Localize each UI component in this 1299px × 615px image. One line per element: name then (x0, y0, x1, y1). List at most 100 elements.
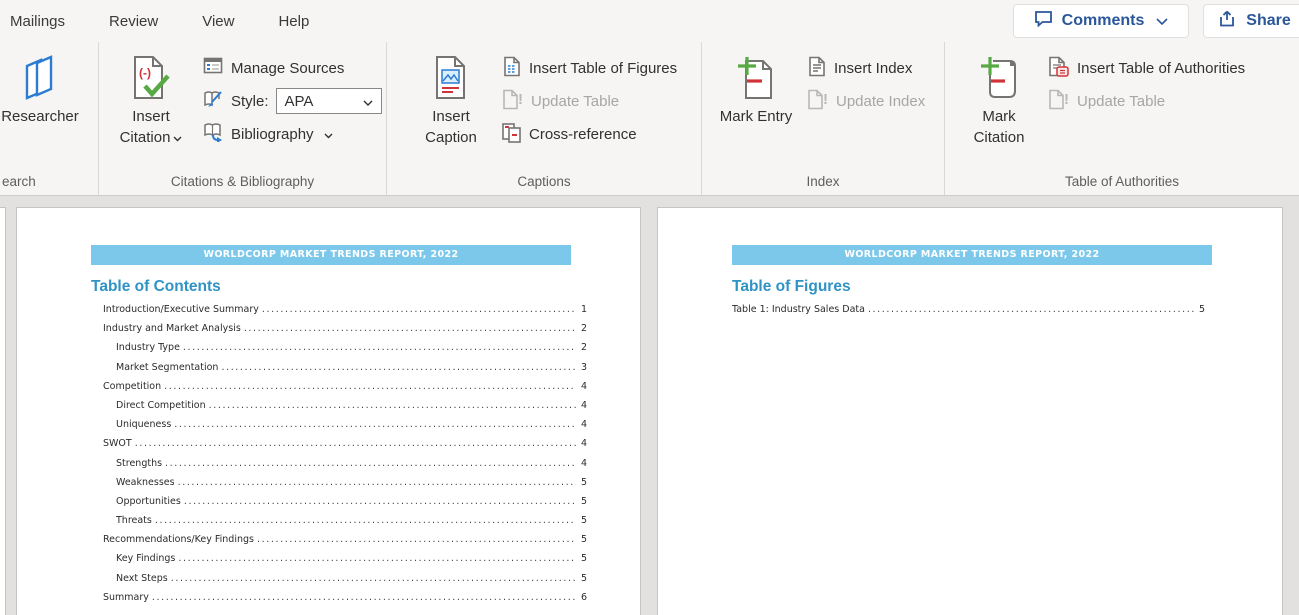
manage-sources-label: Manage Sources (231, 60, 344, 77)
toc-entry-title: Summary (103, 592, 149, 603)
cross-reference-button[interactable]: Cross-reference (501, 121, 677, 147)
page-edge-sliver (0, 207, 6, 615)
group-label-index: Index (702, 174, 944, 189)
toc-entry-title: Key Findings (116, 553, 175, 564)
insert-caption-button[interactable]: Insert Caption (413, 50, 489, 162)
mark-entry-label: Mark Entry (718, 106, 794, 127)
toc-entry[interactable]: Industry and Market Analysis............… (103, 323, 587, 342)
chevron-down-icon[interactable] (1156, 12, 1168, 30)
toc-entry[interactable]: Introduction/Executive Summary..........… (103, 304, 587, 323)
toc-entry-page: 5 (579, 534, 587, 545)
tab-help[interactable]: Help (278, 13, 309, 30)
dot-leader: ........................................… (868, 304, 1194, 315)
share-label: Share (1246, 12, 1290, 30)
toc-entry[interactable]: Opportunities...........................… (103, 496, 587, 515)
dot-leader: ........................................… (171, 573, 576, 584)
dot-leader: ........................................… (244, 323, 576, 334)
insert-caption-icon (433, 50, 469, 106)
toc-entry[interactable]: Market Segmentation.....................… (103, 362, 587, 381)
chevron-down-icon (363, 93, 373, 110)
researcher-button[interactable]: Researcher (0, 50, 86, 162)
report-header-banner[interactable]: WORLDCORP MARKET TRENDS REPORT, 2022 (91, 245, 571, 265)
cross-reference-label: Cross-reference (529, 126, 637, 143)
toc-entry-page: 5 (579, 477, 587, 488)
ribbon-group-research: Researcher earch (0, 42, 99, 195)
toc-entry-title: Market Segmentation (116, 362, 218, 373)
svg-text:!: ! (823, 91, 828, 108)
window-actions: Comments Share (1013, 4, 1299, 38)
toc-entry-page: 2 (579, 323, 587, 334)
toc-entry-title: Uniqueness (116, 419, 171, 430)
toc-entry[interactable]: Weaknesses..............................… (103, 477, 587, 496)
update-table-icon: ! (1047, 89, 1070, 114)
update-index-icon: ! (806, 89, 829, 114)
group-label-toa: Table of Authorities (945, 174, 1299, 189)
toc-entry[interactable]: Table 1: Industry Sales Data............… (732, 304, 1205, 323)
toc-entry[interactable]: SWOT....................................… (103, 438, 587, 457)
insert-table-of-figures-button[interactable]: Insert Table of Figures (501, 55, 677, 81)
toc-entry[interactable]: Industry Type...........................… (103, 342, 587, 361)
manage-sources-button[interactable]: Manage Sources (203, 55, 382, 81)
insert-table-of-figures-icon (501, 56, 522, 81)
document-canvas[interactable]: WORLDCORP MARKET TRENDS REPORT, 2022 Tab… (0, 196, 1299, 615)
group-label-captions: Captions (387, 174, 701, 189)
dot-leader: ........................................… (257, 534, 576, 545)
ribbon: Researcher earch (-) Insert Citation M (0, 42, 1299, 196)
toc-entries: Introduction/Executive Summary..........… (103, 304, 587, 611)
toc-entry[interactable]: Direct Competition......................… (103, 400, 587, 419)
insert-table-of-authorities-button[interactable]: Insert Table of Authorities (1047, 55, 1245, 81)
toc-entry-title: Recommendations/Key Findings (103, 534, 254, 545)
tab-mailings[interactable]: Mailings (10, 13, 65, 30)
tab-review[interactable]: Review (109, 13, 158, 30)
update-table-button: ! Update Table (501, 88, 677, 114)
toc-entry-title: Industry and Market Analysis (103, 323, 241, 334)
svg-text:!: ! (518, 91, 523, 108)
toc-title[interactable]: Table of Contents (91, 278, 221, 296)
share-icon (1219, 10, 1237, 32)
update-table-label: Update Table (531, 93, 619, 110)
insert-citation-button[interactable]: (-) Insert Citation (113, 50, 189, 162)
toc-entry-title: Threats (116, 515, 152, 526)
cross-reference-icon (501, 122, 522, 147)
ribbon-group-toa: Mark Citation Insert Table of Authoritie… (945, 42, 1299, 195)
toc-entry[interactable]: Summary.................................… (103, 592, 587, 611)
dot-leader: ........................................… (165, 458, 576, 469)
toc-entry-title: Weaknesses (116, 477, 175, 488)
toc-entry-page: 2 (579, 342, 587, 353)
toc-entry[interactable]: Next Steps..............................… (103, 573, 587, 592)
toc-entry-page: 5 (579, 573, 587, 584)
page-tof[interactable]: WORLDCORP MARKET TRENDS REPORT, 2022 Tab… (657, 207, 1283, 615)
toc-entry-page: 4 (579, 419, 587, 430)
comment-icon (1034, 10, 1053, 32)
dot-leader: ........................................… (155, 515, 576, 526)
report-header-banner[interactable]: WORLDCORP MARKET TRENDS REPORT, 2022 (732, 245, 1212, 265)
mark-citation-button[interactable]: Mark Citation (961, 50, 1037, 162)
style-select[interactable]: APA (276, 88, 382, 114)
toc-entry-page: 1 (579, 304, 587, 315)
bibliography-button[interactable]: Bibliography (203, 121, 382, 147)
toc-entry[interactable]: Strengths...............................… (103, 458, 587, 477)
toc-entry[interactable]: Threats.................................… (103, 515, 587, 534)
toc-entry-page: 4 (579, 400, 587, 411)
insert-index-button[interactable]: Insert Index (806, 55, 925, 81)
toc-entry[interactable]: Competition.............................… (103, 381, 587, 400)
tab-view[interactable]: View (202, 13, 234, 30)
share-button[interactable]: Share (1203, 4, 1299, 38)
dot-leader: ........................................… (178, 553, 576, 564)
mark-entry-button[interactable]: Mark Entry (718, 50, 794, 162)
menu-bar: Mailings Review View Help Comments Share (0, 0, 1299, 42)
comments-button[interactable]: Comments (1013, 4, 1189, 38)
insert-table-of-figures-label: Insert Table of Figures (529, 60, 677, 77)
toc-entry[interactable]: Key Findings............................… (103, 553, 587, 572)
dot-leader: ........................................… (152, 592, 576, 603)
style-row: Style: APA (203, 88, 382, 114)
tof-title[interactable]: Table of Figures (732, 278, 851, 296)
mark-entry-icon (736, 50, 776, 106)
toc-entry[interactable]: Uniqueness..............................… (103, 419, 587, 438)
toc-entry-page: 4 (579, 438, 587, 449)
page-toc[interactable]: WORLDCORP MARKET TRENDS REPORT, 2022 Tab… (16, 207, 641, 615)
toc-entry-page: 3 (579, 362, 587, 373)
toc-entry-title: Strengths (116, 458, 162, 469)
toc-entry[interactable]: Recommendations/Key Findings............… (103, 534, 587, 553)
update-index-label: Update Index (836, 93, 925, 110)
